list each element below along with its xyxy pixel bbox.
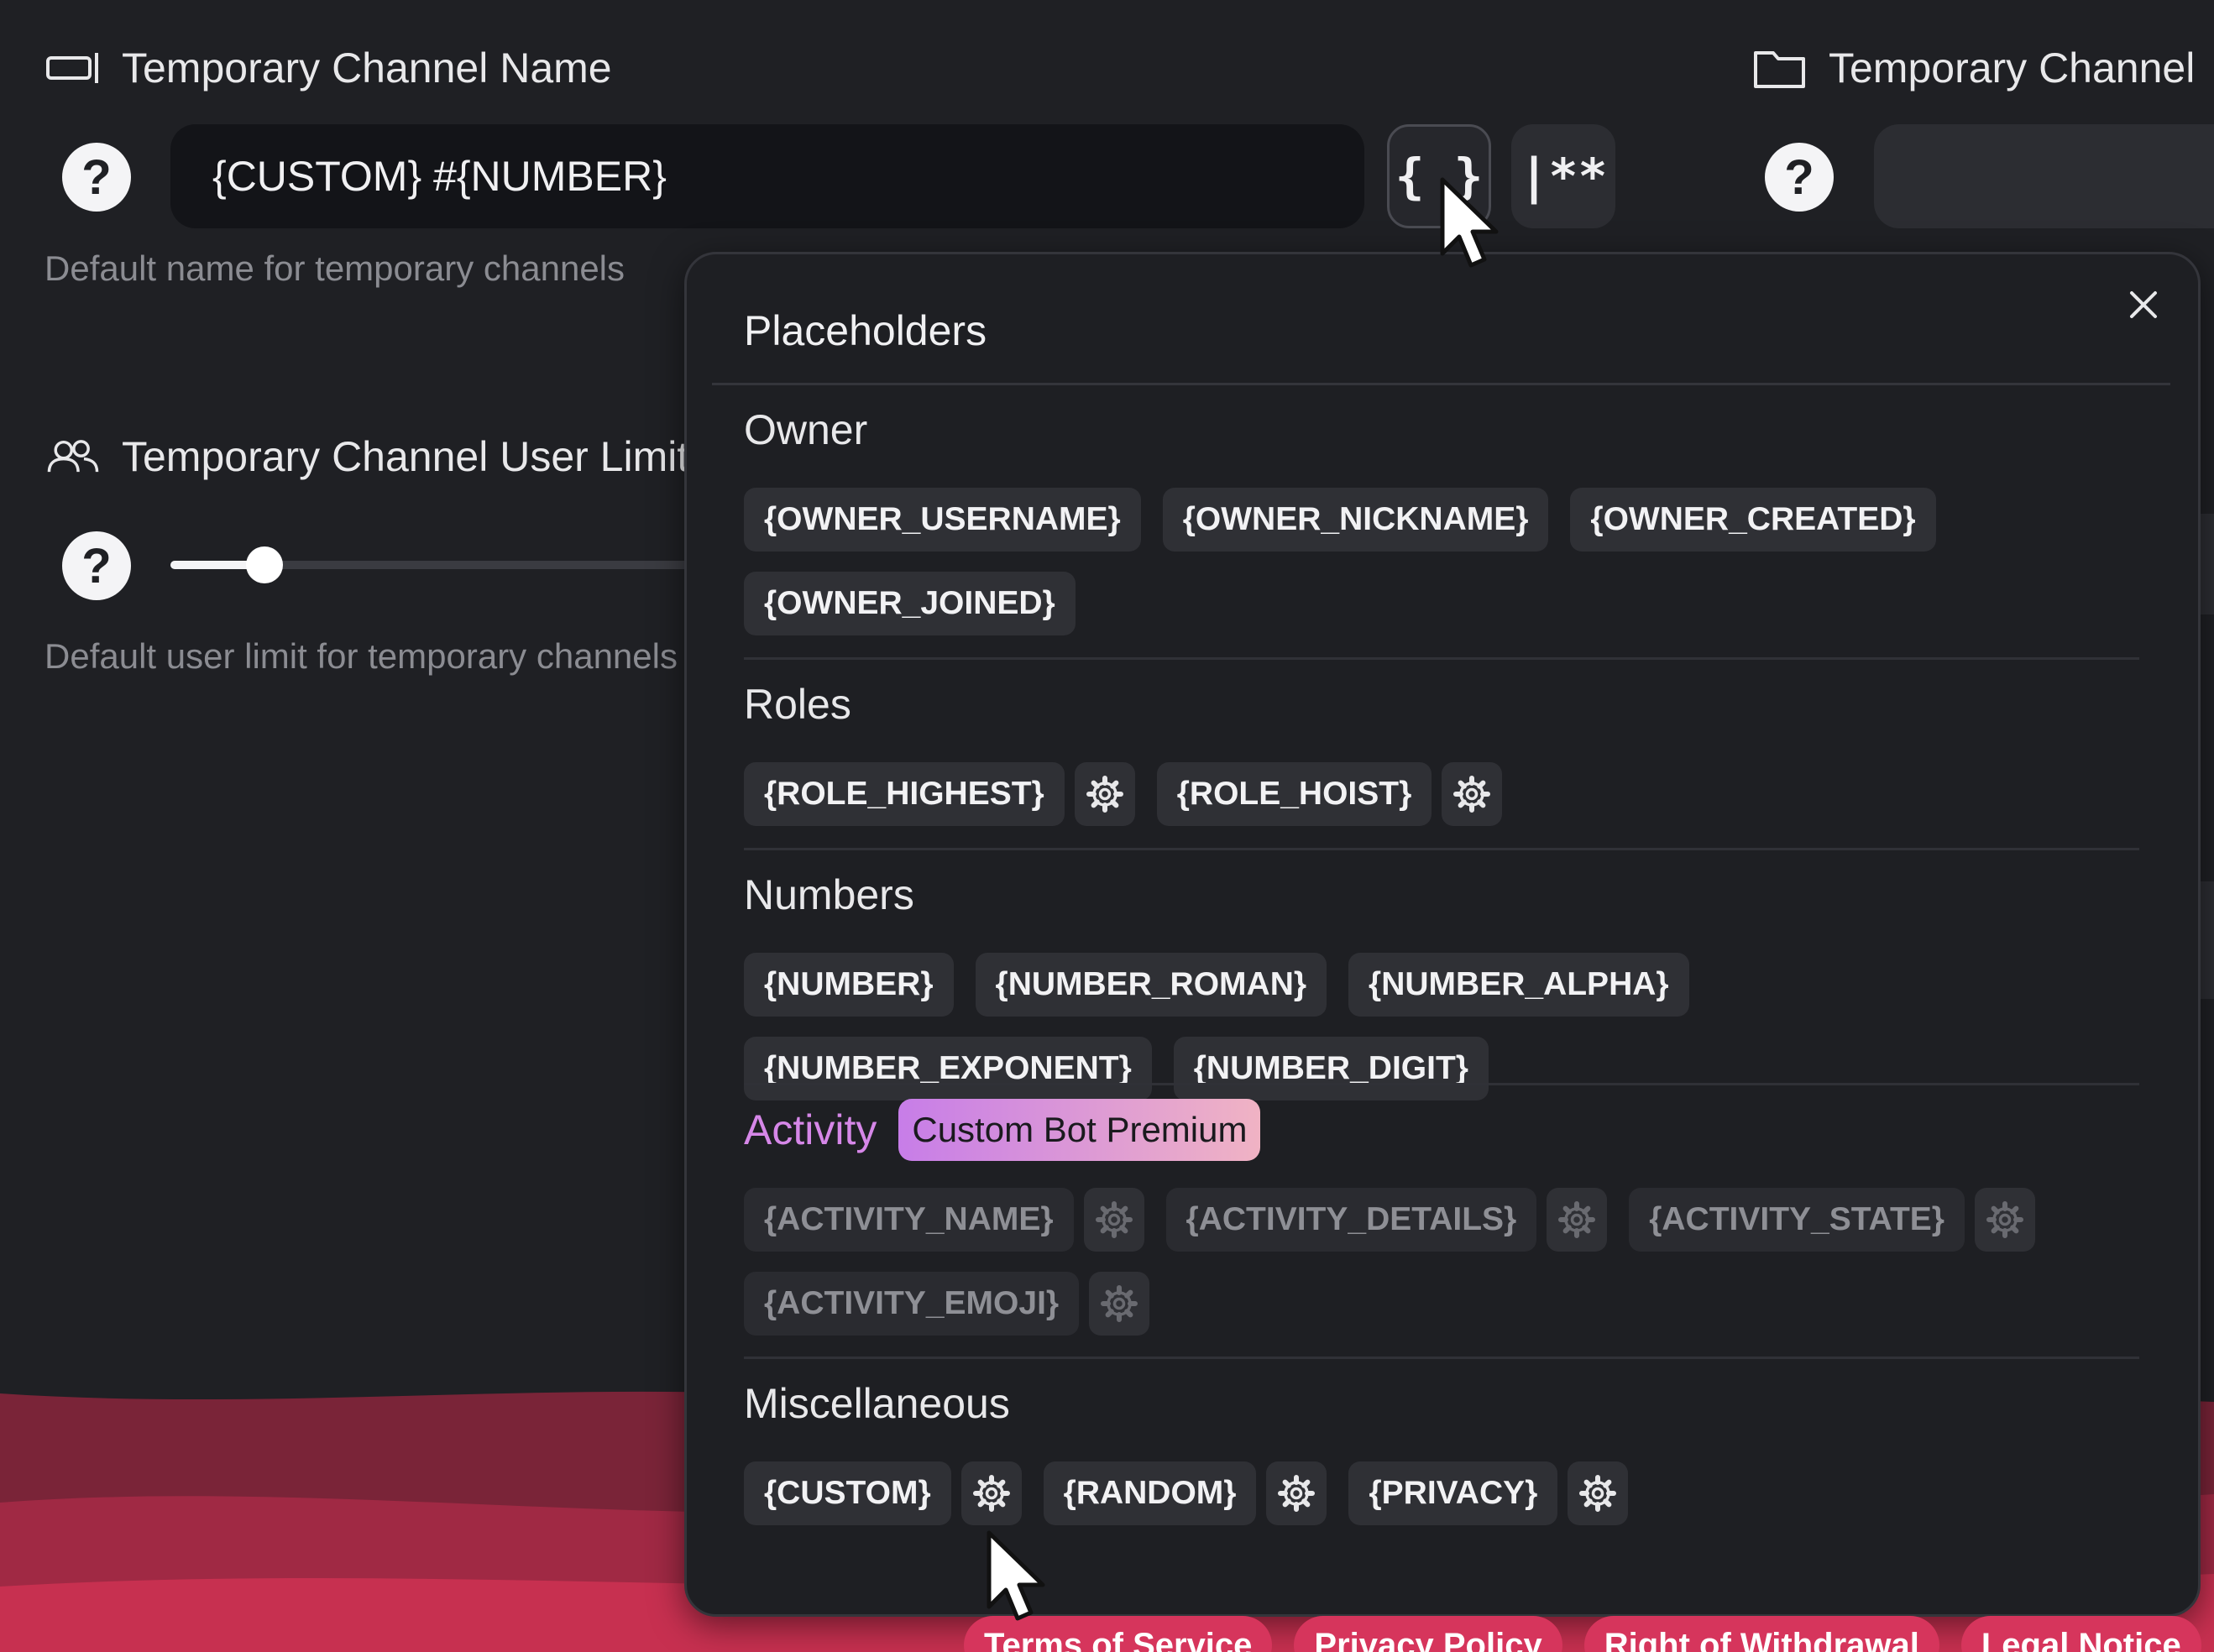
right-channel-title: Temporary Channel [1829, 44, 2196, 91]
category-title: Miscellaneous [744, 1380, 1010, 1427]
placeholder-chip-group: {ACTIVITY_DETAILS} [1165, 1188, 1608, 1272]
channel-name-hint: Default name for temporary channels [44, 248, 625, 288]
right-channel-input[interactable] [1874, 124, 2214, 228]
premium-badge: Custom Bot Premium [898, 1099, 1261, 1161]
gear-icon[interactable] [1266, 1461, 1327, 1525]
placeholder-chip-group: {ROLE_HIGHEST} [744, 762, 1135, 846]
placeholder-chip-group: {ACTIVITY_STATE} [1629, 1188, 2035, 1272]
placeholder-chip[interactable]: {ROLE_HOIST} [1156, 762, 1432, 826]
placeholder-chip-list: {CUSTOM} {RANDOM} {PRIVACY} [744, 1461, 2121, 1545]
user-limit-slider-thumb[interactable] [245, 546, 283, 583]
placeholder-chip[interactable]: {OWNER_CREATED} [1570, 488, 1936, 552]
placeholder-chip[interactable]: {NUMBER} [744, 953, 954, 1017]
mouse-cursor-icon [1440, 177, 1499, 268]
text-field-icon [46, 47, 100, 89]
placeholder-chip[interactable]: {NUMBER_ALPHA} [1348, 953, 1689, 1017]
close-icon[interactable] [2118, 280, 2169, 330]
category-title-row: Roles [744, 678, 2171, 730]
channel-name-input[interactable]: {CUSTOM} #{NUMBER} [170, 124, 1364, 228]
placeholder-chip[interactable]: {ROLE_HIGHEST} [744, 762, 1065, 826]
category-divider [744, 1357, 2139, 1359]
placeholder-chip[interactable]: {NUMBER_DIGIT} [1173, 1037, 1489, 1100]
popover-title: Placeholders [744, 307, 987, 354]
category-divider [744, 657, 2139, 660]
placeholder-chip: {ACTIVITY_EMOJI} [744, 1272, 1080, 1336]
placeholder-chip-group: {CUSTOM} [744, 1461, 1022, 1545]
gear-icon[interactable] [1974, 1188, 2035, 1252]
footer-link[interactable]: Legal Notice [1960, 1616, 2201, 1652]
category-title-row: Miscellaneous [744, 1378, 2171, 1430]
category-title: Owner [744, 406, 868, 453]
placeholder-chip[interactable]: {PRIVACY} [1348, 1461, 1558, 1525]
placeholder-chip-list: {ACTIVITY_NAME} {ACTIVITY_DETAILS} {ACTIVI… [744, 1188, 2121, 1356]
placeholder-chip-group: {RANDOM} [1043, 1461, 1327, 1545]
right-channel-header: Temporary Channel [1753, 44, 2195, 92]
category-title: Numbers [744, 871, 914, 918]
footer-links: Terms of Service Privacy Policy Right of W… [964, 1616, 2214, 1652]
placeholder-chip-group: {PRIVACY} [1348, 1461, 1629, 1545]
placeholder-category: Roles {ROLE_HIGHEST} {ROLE_HOIST} [744, 678, 2171, 846]
gear-icon[interactable] [1074, 762, 1135, 826]
folder-icon [1753, 47, 1807, 89]
gear-icon[interactable] [1442, 762, 1503, 826]
placeholder-chip-group: {ACTIVITY_EMOJI} [744, 1272, 1150, 1356]
category-divider [744, 1083, 2139, 1085]
placeholders-popover: Placeholders Owner {OWNER_USERNAME} {OWNER… [684, 252, 2201, 1617]
placeholder-chip: {ACTIVITY_NAME} [744, 1188, 1074, 1252]
category-divider [744, 848, 2139, 850]
placeholder-chip-list: {OWNER_USERNAME} {OWNER_NICKNAME} {OWNER_C… [744, 488, 2121, 656]
category-title-row: Activity Custom Bot Premium [744, 1099, 2171, 1161]
placeholder-chip-list: {ROLE_HIGHEST} {ROLE_HOIST} [744, 762, 2121, 846]
channel-name-title: Temporary Channel Name [122, 44, 612, 91]
placeholder-category: Activity Custom Bot Premium {ACTIVITY_NAME… [744, 1099, 2171, 1356]
mouse-cursor-icon [987, 1530, 1045, 1621]
popover-divider [712, 383, 2170, 385]
text-format-button[interactable]: |** [1511, 124, 1615, 228]
placeholder-chip: {ACTIVITY_DETAILS} [1165, 1188, 1537, 1252]
footer-link[interactable]: Right of Withdrawal [1583, 1616, 1939, 1652]
user-limit-hint: Default user limit for temporary channel… [44, 636, 678, 676]
placeholder-chip-list: {NUMBER} {NUMBER_ROMAN} {NUMBER_ALPHA} {NUM… [744, 953, 2121, 1121]
channel-name-help-button[interactable]: ? [62, 143, 131, 212]
placeholder-category: Miscellaneous {CUSTOM} {RANDOM} {PRIVACY} [744, 1378, 2171, 1545]
right-help-button[interactable]: ? [1765, 143, 1834, 212]
placeholder-chip-group: {ACTIVITY_NAME} [744, 1188, 1144, 1272]
gear-icon[interactable] [960, 1461, 1022, 1525]
placeholder-chip[interactable]: {RANDOM} [1043, 1461, 1257, 1525]
settings-page: Temporary Channel Name ? {CUSTOM} #{NUMB… [0, 0, 2214, 1652]
user-limit-title: Temporary Channel User Limit [122, 433, 689, 480]
placeholder-chip[interactable]: {OWNER_NICKNAME} [1162, 488, 1549, 552]
users-icon [46, 436, 100, 478]
placeholder-chip[interactable]: {NUMBER_EXPONENT} [744, 1037, 1152, 1100]
placeholder-chip[interactable]: {OWNER_USERNAME} [744, 488, 1141, 552]
category-title: Roles [744, 681, 851, 728]
gear-icon[interactable] [1083, 1188, 1144, 1252]
gear-icon[interactable] [1089, 1272, 1150, 1336]
placeholder-category: Owner {OWNER_USERNAME} {OWNER_NICKNAME} {OW… [744, 404, 2171, 656]
placeholder-chip[interactable]: {NUMBER_ROMAN} [975, 953, 1327, 1017]
category-title: Activity [744, 1106, 877, 1153]
category-title-row: Owner [744, 404, 2171, 456]
footer-link[interactable]: Privacy Policy [1294, 1616, 1562, 1652]
placeholder-chip: {ACTIVITY_STATE} [1629, 1188, 1965, 1252]
gear-icon[interactable] [1568, 1461, 1629, 1525]
gear-icon[interactable] [1547, 1188, 1608, 1252]
category-title-row: Numbers [744, 869, 2171, 921]
placeholder-chip[interactable]: {CUSTOM} [744, 1461, 951, 1525]
placeholder-chip[interactable]: {OWNER_JOINED} [744, 572, 1076, 635]
user-limit-header: Temporary Channel User Limit [46, 432, 688, 481]
user-limit-help-button[interactable]: ? [62, 531, 131, 600]
placeholder-chip-group: {ROLE_HOIST} [1156, 762, 1503, 846]
channel-name-header: Temporary Channel Name [46, 44, 612, 92]
